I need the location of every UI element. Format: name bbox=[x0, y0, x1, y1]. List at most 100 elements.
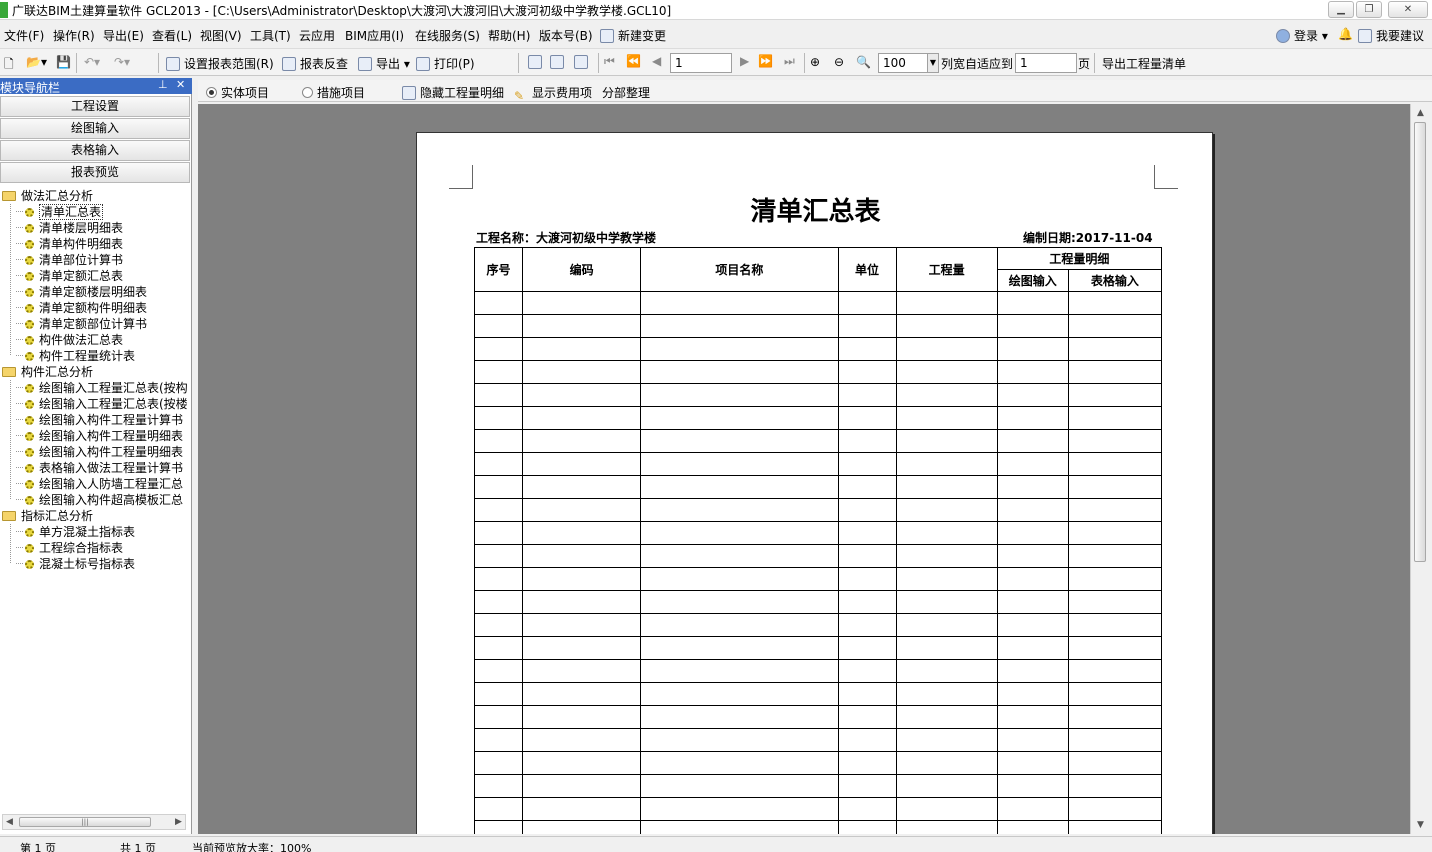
zoom-out-icon[interactable]: ⊖ bbox=[834, 55, 844, 69]
tree-item[interactable]: 混凝土标号指标表 bbox=[16, 556, 135, 572]
first-page-icon[interactable]: ⏮ bbox=[604, 54, 615, 69]
multi-page-icon[interactable] bbox=[574, 55, 592, 69]
scrollbar-thumb[interactable] bbox=[1414, 122, 1426, 562]
open-folder-icon[interactable]: 📂▾ bbox=[26, 55, 47, 69]
tree-item[interactable]: 单方混凝土指标表 bbox=[16, 524, 135, 540]
new-file-icon[interactable]: 🗋 bbox=[4, 55, 14, 76]
reverse-check-button[interactable]: 报表反查 bbox=[282, 55, 348, 72]
next-fast-icon[interactable]: ⏩ bbox=[758, 54, 773, 68]
range-icon bbox=[166, 57, 180, 71]
save-icon[interactable]: 💾 bbox=[56, 55, 71, 69]
tree-item[interactable]: 清单定额楼层明细表 bbox=[16, 284, 147, 300]
menu-help[interactable]: 帮助(H) bbox=[488, 27, 530, 44]
prev-page-icon[interactable]: ◀ bbox=[652, 54, 661, 68]
tree-item[interactable]: 绘图输入构件工程量计算书 bbox=[16, 412, 183, 428]
minimize-button[interactable]: ▁ bbox=[1328, 1, 1354, 18]
restore-button[interactable]: ❐ bbox=[1356, 1, 1382, 18]
suggest-button[interactable]: 我要建议 bbox=[1358, 27, 1424, 44]
menu-tools[interactable]: 工具(T) bbox=[250, 27, 291, 44]
zoom-input[interactable] bbox=[878, 53, 928, 73]
menu-operate[interactable]: 操作(R) bbox=[53, 27, 95, 44]
col-code: 编码 bbox=[522, 247, 642, 292]
last-page-icon[interactable]: ⏭ bbox=[784, 54, 795, 69]
tree-item-label: 表格输入做法工程量计算书 bbox=[39, 461, 184, 475]
close-icon[interactable]: ✕ bbox=[176, 78, 185, 91]
tree-item[interactable]: 构件工程量统计表 bbox=[16, 348, 135, 364]
hide-detail-button[interactable]: 隐藏工程量明细 bbox=[402, 84, 504, 101]
menu-view-check[interactable]: 查看(L) bbox=[152, 27, 192, 44]
print-button[interactable]: 打印(P) bbox=[416, 55, 475, 72]
radio-measure-items[interactable]: 措施项目 bbox=[302, 84, 365, 101]
two-page-icon[interactable] bbox=[550, 55, 568, 69]
close-button[interactable]: ✕ bbox=[1388, 1, 1428, 18]
tree-item[interactable]: 构件做法汇总表 bbox=[16, 332, 123, 348]
export-button[interactable]: 导出 ▾ bbox=[358, 55, 410, 72]
tree-item[interactable]: 工程综合指标表 bbox=[16, 540, 123, 556]
reverse-check-label: 报表反查 bbox=[300, 57, 349, 71]
menu-online[interactable]: 在线服务(S) bbox=[415, 27, 480, 44]
table-row bbox=[473, 705, 1163, 729]
single-page-icon[interactable] bbox=[528, 55, 546, 69]
undo-icon[interactable]: ↶▾ bbox=[84, 55, 100, 69]
preview-vertical-scrollbar[interactable]: ▲ ▼ bbox=[1410, 104, 1432, 834]
table-cell bbox=[895, 682, 998, 706]
tree-item[interactable]: 绘图输入人防墙工程量汇总 bbox=[16, 476, 183, 492]
table-cell bbox=[996, 498, 1069, 522]
nav-project-settings[interactable]: 工程设置 bbox=[0, 96, 190, 117]
menu-file[interactable]: 文件(F) bbox=[4, 27, 44, 44]
tree-folder[interactable]: 做法汇总分析 bbox=[2, 188, 93, 204]
tree-item[interactable]: 绘图输入工程量汇总表(按楼 bbox=[16, 396, 188, 412]
next-page-icon[interactable]: ▶ bbox=[740, 54, 749, 68]
tree-item-selected[interactable]: 清单汇总表 bbox=[16, 204, 104, 220]
nav-report-preview[interactable]: 报表预览 bbox=[0, 162, 190, 183]
tree-item[interactable]: 清单构件明细表 bbox=[16, 236, 123, 252]
two-page-glyph bbox=[550, 55, 564, 69]
scroll-up-icon[interactable]: ▲ bbox=[1417, 108, 1424, 118]
redo-icon[interactable]: ↷▾ bbox=[114, 55, 130, 69]
zoom-in-icon[interactable]: ⊕ bbox=[810, 55, 820, 69]
table-cell bbox=[640, 337, 839, 361]
table-cell bbox=[996, 567, 1069, 591]
menu-export[interactable]: 导出(E) bbox=[103, 27, 144, 44]
tree-item[interactable]: 清单部位计算书 bbox=[16, 252, 123, 268]
tree-item[interactable]: 清单定额构件明细表 bbox=[16, 300, 147, 316]
new-change-button[interactable]: 新建变更 bbox=[600, 27, 666, 44]
tree-item[interactable]: 清单定额部位计算书 bbox=[16, 316, 147, 332]
export-list-button[interactable]: 导出工程量清单 bbox=[1102, 55, 1186, 72]
scroll-down-icon[interactable]: ▼ bbox=[1417, 820, 1424, 830]
pin-icon[interactable]: ⊥ bbox=[158, 78, 168, 91]
nav-table-input[interactable]: 表格输入 bbox=[0, 140, 190, 161]
login-button[interactable]: 登录 ▾ bbox=[1276, 27, 1328, 44]
prev-fast-icon[interactable]: ⏪ bbox=[626, 54, 641, 68]
report-tree: 做法汇总分析 清单汇总表 清单楼层明细表 清单构件明细表 清单部位计算书 清单定… bbox=[0, 188, 190, 812]
magnifier-icon[interactable]: 🔍 bbox=[856, 55, 871, 69]
tree-item[interactable]: 清单定额汇总表 bbox=[16, 268, 123, 284]
zoom-dropdown-button[interactable]: ▼ bbox=[927, 53, 939, 73]
scrollbar-thumb[interactable]: ||| bbox=[19, 817, 151, 827]
tree-item[interactable]: 表格输入做法工程量计算书 bbox=[16, 460, 183, 476]
scroll-right-icon[interactable]: ▶ bbox=[175, 817, 182, 827]
set-range-button[interactable]: 设置报表范围(R) bbox=[166, 55, 274, 72]
tree-item[interactable]: 清单楼层明细表 bbox=[16, 220, 123, 236]
menu-cloud[interactable]: 云应用 bbox=[299, 27, 335, 44]
tree-item[interactable]: 绘图输入构件超高模板汇总 bbox=[16, 492, 183, 508]
menu-bim[interactable]: BIM应用(I) bbox=[345, 27, 404, 44]
radio-entity-items[interactable]: 实体项目 bbox=[206, 84, 269, 101]
scroll-left-icon[interactable]: ◀ bbox=[6, 817, 13, 827]
report-icon bbox=[25, 336, 34, 345]
sidebar-horizontal-scrollbar[interactable]: ◀ ||| ▶ bbox=[2, 814, 186, 830]
tree-item[interactable]: 绘图输入构件工程量明细表 bbox=[16, 428, 183, 444]
nav-drawing-input[interactable]: 绘图输入 bbox=[0, 118, 190, 139]
tree-folder[interactable]: 指标汇总分析 bbox=[2, 508, 93, 524]
sort-sections-button[interactable]: 分部整理 bbox=[602, 84, 650, 101]
bell-icon[interactable]: 🔔 bbox=[1338, 27, 1353, 41]
menu-version[interactable]: 版本号(B) bbox=[539, 27, 593, 44]
tree-item[interactable]: 绘图输入构件工程量明细表 bbox=[16, 444, 183, 460]
menu-view[interactable]: 视图(V) bbox=[200, 27, 242, 44]
show-cost-button[interactable]: ✎ 显示费用项 bbox=[514, 84, 592, 103]
page-number-input[interactable] bbox=[670, 53, 732, 73]
tree-folder-label: 指标汇总分析 bbox=[21, 509, 94, 523]
fit-pages-input[interactable] bbox=[1015, 53, 1077, 73]
tree-item[interactable]: 绘图输入工程量汇总表(按构 bbox=[16, 380, 188, 396]
tree-folder[interactable]: 构件汇总分析 bbox=[2, 364, 93, 380]
